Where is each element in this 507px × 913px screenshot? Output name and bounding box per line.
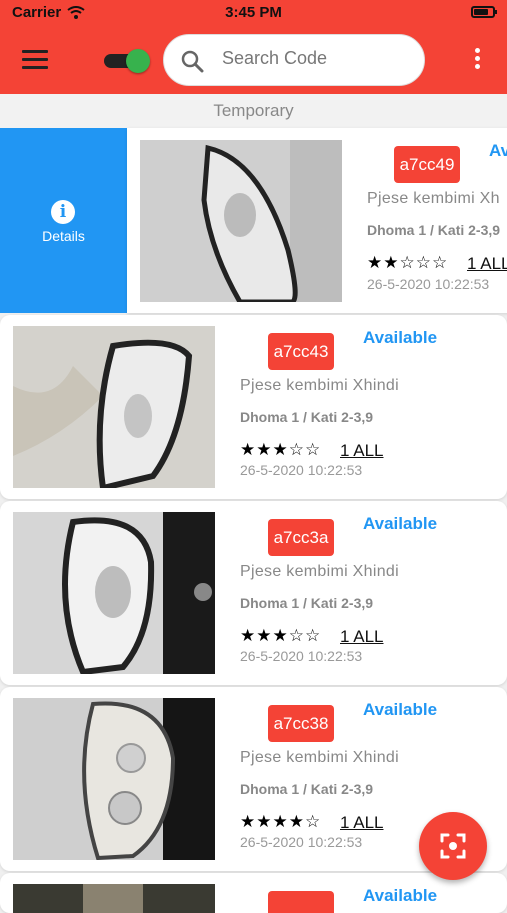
rating-stars: ★★☆☆☆ [367, 253, 449, 272]
part-name: Pjese kembimi Xhindi [240, 377, 399, 394]
details-label: Details [42, 228, 85, 244]
scan-button[interactable] [419, 812, 487, 880]
menu-icon[interactable] [22, 50, 48, 70]
search-icon [181, 50, 204, 73]
part-name: Pjese kembimi Xhindi [240, 563, 399, 580]
more-vert-icon[interactable] [472, 48, 482, 72]
list-item[interactable]: a7cc3a Available Pjese kembimi Xhindi Dh… [0, 501, 507, 685]
code-badge: a7cc43 [268, 333, 334, 370]
code-badge: a7cc3a [268, 519, 334, 556]
info-icon: i [51, 200, 75, 224]
section-header: Temporary [0, 94, 507, 128]
price-link[interactable]: 1 ALL [340, 627, 384, 647]
part-location: Dhoma 1 / Kati 2-3,9 [240, 781, 374, 797]
part-photo [13, 512, 215, 674]
status-time: 3:45 PM [225, 4, 282, 21]
status-label: Available [363, 328, 438, 347]
timestamp: 26-5-2020 10:22:53 [367, 276, 490, 292]
code-badge: a7cc49 [394, 146, 460, 183]
list-item[interactable]: a7cc49 Av Pjese kembimi Xh Dhoma 1 / Kat… [127, 128, 507, 313]
status-label: Available [363, 700, 438, 719]
list-item[interactable]: a7cc43 Available Pjese kembimi Xhindi Dh… [0, 315, 507, 499]
part-name: Pjese kembimi Xh [367, 190, 500, 207]
price-link[interactable]: 1 ALL [340, 441, 384, 461]
status-label: Available [363, 886, 438, 905]
part-location: Dhoma 1 / Kati 2-3,9 [367, 222, 501, 238]
battery-icon [471, 6, 497, 18]
mode-toggle[interactable] [104, 49, 152, 73]
part-photo [13, 698, 215, 860]
status-bar: Carrier 3:45 PM [0, 0, 507, 26]
details-button[interactable]: i Details [0, 128, 127, 313]
search-placeholder: Search Code [222, 48, 328, 68]
search-input[interactable]: Search Code [163, 34, 425, 86]
part-photo [140, 140, 342, 302]
list-item[interactable]: Available [0, 873, 507, 913]
timestamp: 26-5-2020 10:22:53 [240, 834, 363, 850]
part-photo [13, 884, 215, 913]
part-location: Dhoma 1 / Kati 2-3,9 [240, 595, 374, 611]
code-badge [268, 891, 334, 913]
part-name: Pjese kembimi Xhindi [240, 749, 399, 766]
rating-stars: ★★★★☆ [240, 812, 322, 831]
price-link[interactable]: 1 ALL [467, 254, 507, 274]
timestamp: 26-5-2020 10:22:53 [240, 648, 363, 664]
rating-stars: ★★★☆☆ [240, 440, 322, 459]
code-badge: a7cc38 [268, 705, 334, 742]
part-location: Dhoma 1 / Kati 2-3,9 [240, 409, 374, 425]
app-bar: Search Code [0, 26, 507, 94]
price-link[interactable]: 1 ALL [340, 813, 384, 833]
scan-icon [440, 833, 466, 859]
status-label: Available [363, 514, 438, 533]
timestamp: 26-5-2020 10:22:53 [240, 462, 363, 478]
part-photo [13, 326, 215, 488]
status-label: Av [489, 141, 507, 160]
rating-stars: ★★★☆☆ [240, 626, 322, 645]
